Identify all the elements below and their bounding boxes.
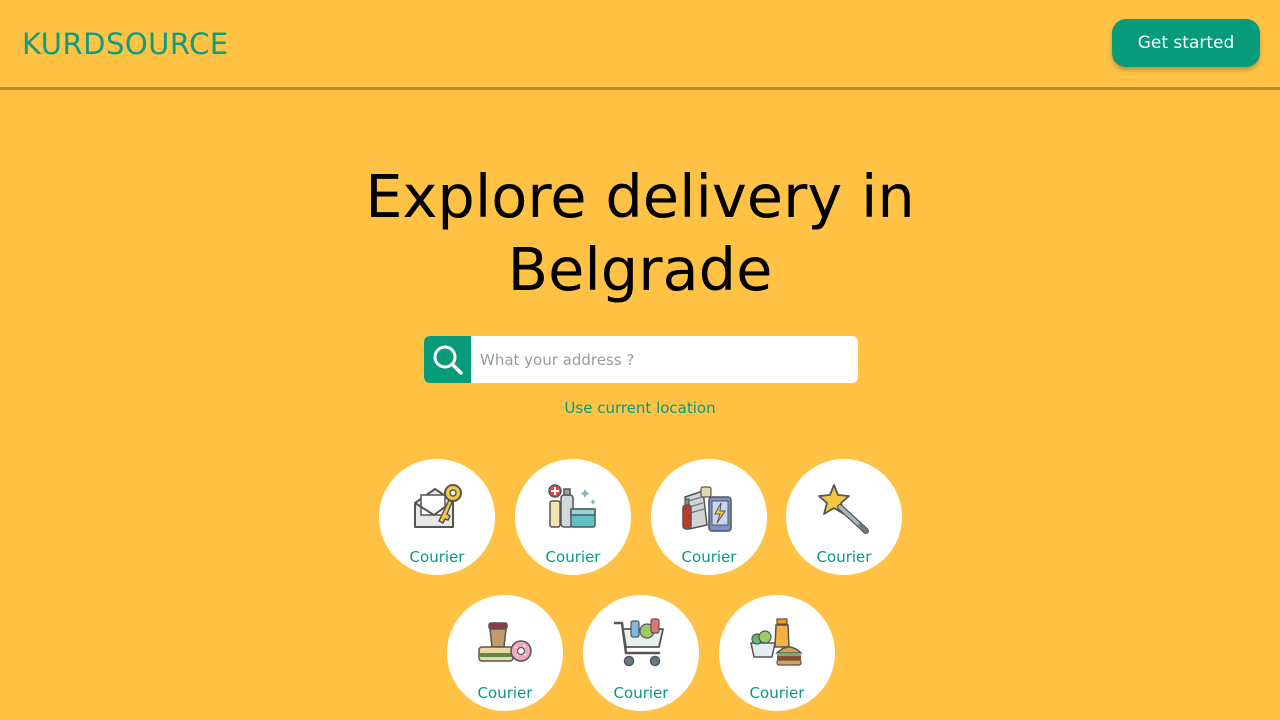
magic-wand-icon: [818, 484, 869, 534]
hero-title: Explore delivery in Belgrade: [240, 160, 1040, 306]
use-current-location-link[interactable]: Use current location: [440, 398, 840, 418]
address-search-bar: [424, 336, 858, 383]
category-label: Courier: [816, 548, 872, 566]
category-label: Courier: [749, 684, 805, 702]
get-started-button[interactable]: Get started: [1112, 19, 1260, 67]
search-button[interactable]: [424, 336, 471, 383]
category-courier-snacks[interactable]: Courier: [447, 595, 563, 711]
hero-title-line2: Belgrade: [507, 235, 773, 304]
category-label: Courier: [409, 548, 465, 566]
snacks-icon: [478, 622, 532, 662]
category-label: Courier: [681, 548, 737, 566]
category-courier-anything[interactable]: Courier: [786, 459, 902, 575]
pharmacy-products-icon: [548, 484, 596, 528]
electronics-icon: [682, 486, 732, 532]
search-icon: [433, 345, 463, 375]
address-input[interactable]: [471, 336, 858, 383]
logo[interactable]: KURDSOURCE: [22, 27, 229, 61]
shopping-cart-icon: [613, 618, 664, 667]
category-label: Courier: [545, 548, 601, 566]
food-drink-icon: [750, 618, 803, 666]
category-courier-electronics[interactable]: Courier: [651, 459, 767, 575]
category-courier-food[interactable]: Courier: [719, 595, 835, 711]
category-label: Courier: [477, 684, 533, 702]
hero-title-line1: Explore delivery in: [365, 162, 915, 231]
site-header: KURDSOURCE Get started: [0, 0, 1280, 90]
category-courier-documents[interactable]: Courier: [379, 459, 495, 575]
category-courier-pharmacy[interactable]: Courier: [515, 459, 631, 575]
envelope-key-icon: [414, 484, 462, 528]
category-label: Courier: [613, 684, 669, 702]
category-courier-groceries[interactable]: Courier: [583, 595, 699, 711]
